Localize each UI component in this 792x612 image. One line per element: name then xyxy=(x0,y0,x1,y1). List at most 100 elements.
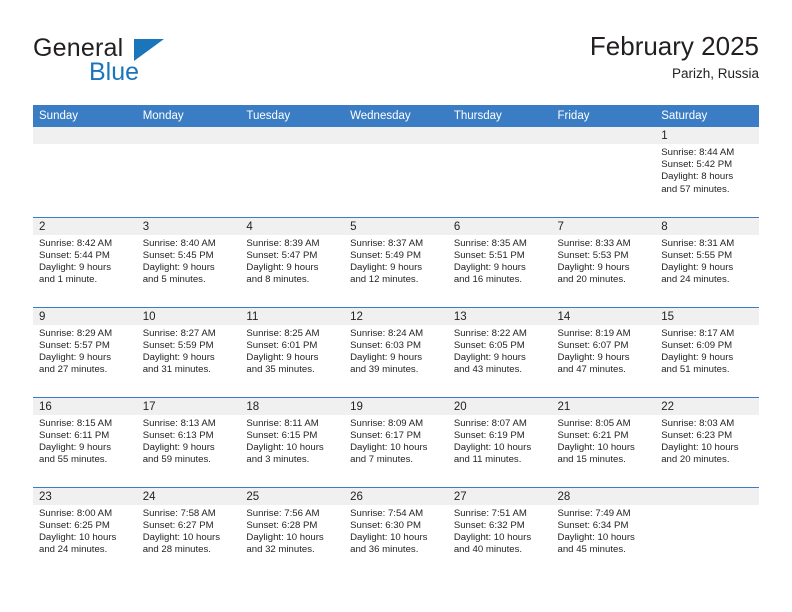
weekday-header-row: Sunday Monday Tuesday Wednesday Thursday… xyxy=(33,105,759,127)
day-details: Sunrise: 7:56 AM Sunset: 6:28 PM Daylight:… xyxy=(240,505,344,557)
calendar-day-cell[interactable]: 26 Sunrise: 7:54 AM Sunset: 6:30 PM Dayligh… xyxy=(344,486,448,577)
day-details: Sunrise: 8:31 AM Sunset: 5:55 PM Daylight:… xyxy=(655,235,759,287)
sunset-text: Sunset: 6:01 PM xyxy=(246,339,318,351)
calendar-day-cell[interactable]: 21 Sunrise: 8:05 AM Sunset: 6:21 PM Dayligh… xyxy=(551,396,656,487)
day-number: 25 xyxy=(240,487,345,505)
weekday-header-wednesday: Wednesday xyxy=(344,105,448,127)
daylight-text-line1: Daylight: 10 hours xyxy=(39,531,117,543)
day-details: Sunrise: 8:03 AM Sunset: 6:23 PM Daylight:… xyxy=(655,415,759,467)
calendar-day-cell[interactable]: 15 Sunrise: 8:17 AM Sunset: 6:09 PM Dayligh… xyxy=(655,306,759,397)
sunset-text: Sunset: 6:34 PM xyxy=(557,519,629,531)
sunset-text: Sunset: 5:49 PM xyxy=(350,249,422,261)
calendar-day-cell[interactable]: 14 Sunrise: 8:19 AM Sunset: 6:07 PM Dayligh… xyxy=(551,306,656,397)
daylight-text-line2: and 24 minutes. xyxy=(39,544,108,556)
calendar-week-row: 16 Sunrise: 8:15 AM Sunset: 6:11 PM Dayligh… xyxy=(33,396,759,487)
sunrise-text: Sunrise: 8:03 AM xyxy=(661,417,735,429)
calendar-week-row: 1 Sunrise: 8:44 AM Sunset: 5:42 PM Daylight… xyxy=(33,127,759,217)
day-number: 1 xyxy=(655,127,759,144)
sunrise-text: Sunrise: 8:00 AM xyxy=(39,507,113,519)
daylight-text-line2: and 36 minutes. xyxy=(350,544,419,556)
day-details: Sunrise: 8:37 AM Sunset: 5:49 PM Daylight:… xyxy=(344,235,448,287)
sunset-text: Sunset: 6:23 PM xyxy=(661,429,733,441)
daylight-text-line1: Daylight: 10 hours xyxy=(453,441,532,453)
day-number xyxy=(655,487,759,505)
calendar-day-cell[interactable]: 11 Sunrise: 8:25 AM Sunset: 6:01 PM Dayligh… xyxy=(240,306,345,397)
calendar-day-cell[interactable]: 18 Sunrise: 8:11 AM Sunset: 6:15 PM Dayligh… xyxy=(240,396,345,487)
calendar-day-cell[interactable]: 10 Sunrise: 8:27 AM Sunset: 5:59 PM Dayligh… xyxy=(136,306,241,397)
daylight-text-line1: Daylight: 10 hours xyxy=(557,531,635,543)
calendar-day-cell[interactable]: 6 Sunrise: 8:35 AM Sunset: 5:51 PM Daylight… xyxy=(447,216,552,307)
day-number: 5 xyxy=(344,217,448,235)
day-details: Sunrise: 8:17 AM Sunset: 6:09 PM Daylight:… xyxy=(655,325,759,377)
logo-text-blue: Blue xyxy=(89,58,140,86)
daylight-text-line1: Daylight: 9 hours xyxy=(661,351,734,363)
sunrise-text: Sunrise: 7:54 AM xyxy=(350,507,424,519)
sunrise-text: Sunrise: 8:24 AM xyxy=(350,327,424,339)
sunrise-text: Sunrise: 8:39 AM xyxy=(246,237,320,249)
calendar-day-cell[interactable]: 24 Sunrise: 7:58 AM Sunset: 6:27 PM Dayligh… xyxy=(136,486,241,577)
sunset-text: Sunset: 6:07 PM xyxy=(557,339,629,351)
calendar-day-cell[interactable]: 7 Sunrise: 8:33 AM Sunset: 5:53 PM Daylight… xyxy=(551,216,656,307)
calendar-day-cell[interactable]: 28 Sunrise: 7:49 AM Sunset: 6:34 PM Dayligh… xyxy=(551,486,656,577)
calendar-day-cell[interactable]: 12 Sunrise: 8:24 AM Sunset: 6:03 PM Dayligh… xyxy=(344,306,448,397)
day-number: 3 xyxy=(136,217,241,235)
sunrise-text: Sunrise: 8:40 AM xyxy=(142,237,216,249)
sunrise-text: Sunrise: 8:31 AM xyxy=(661,237,735,249)
day-details: Sunrise: 8:09 AM Sunset: 6:17 PM Daylight:… xyxy=(344,415,448,467)
day-details: Sunrise: 8:22 AM Sunset: 6:05 PM Daylight:… xyxy=(448,325,552,377)
calendar-day-cell-empty xyxy=(447,127,552,217)
daylight-text-line1: Daylight: 9 hours xyxy=(39,441,111,453)
calendar-day-cell[interactable]: 17 Sunrise: 8:13 AM Sunset: 6:13 PM Dayligh… xyxy=(136,396,241,487)
calendar-day-cell[interactable]: 2 Sunrise: 8:42 AM Sunset: 5:44 PM Daylight… xyxy=(33,216,137,307)
day-number: 17 xyxy=(136,397,241,415)
sunset-text: Sunset: 6:09 PM xyxy=(661,339,733,351)
day-details: Sunrise: 8:40 AM Sunset: 5:45 PM Daylight:… xyxy=(137,235,241,287)
general-blue-logo[interactable]: General Blue xyxy=(33,34,263,90)
day-number: 21 xyxy=(551,397,656,415)
daylight-text-line1: Daylight: 9 hours xyxy=(142,261,215,273)
day-number: 28 xyxy=(551,487,656,505)
calendar-day-cell[interactable]: 20 Sunrise: 8:07 AM Sunset: 6:19 PM Dayligh… xyxy=(447,396,552,487)
day-details: Sunrise: 7:49 AM Sunset: 6:34 PM Daylight:… xyxy=(552,505,656,557)
day-details: Sunrise: 8:19 AM Sunset: 6:07 PM Daylight:… xyxy=(552,325,656,377)
day-number: 15 xyxy=(655,307,759,325)
calendar-day-cell[interactable]: 5 Sunrise: 8:37 AM Sunset: 5:49 PM Daylight… xyxy=(344,216,448,307)
calendar-day-cell[interactable]: 3 Sunrise: 8:40 AM Sunset: 5:45 PM Daylight… xyxy=(136,216,241,307)
calendar-day-cell[interactable]: 4 Sunrise: 8:39 AM Sunset: 5:47 PM Daylight… xyxy=(240,216,345,307)
sunset-text: Sunset: 6:32 PM xyxy=(453,519,525,531)
calendar-day-cell[interactable]: 22 Sunrise: 8:03 AM Sunset: 6:23 PM Dayligh… xyxy=(655,396,759,487)
sunset-text: Sunset: 5:44 PM xyxy=(39,249,110,261)
sunrise-text: Sunrise: 8:05 AM xyxy=(557,417,631,429)
calendar-day-cell[interactable]: 25 Sunrise: 7:56 AM Sunset: 6:28 PM Dayligh… xyxy=(240,486,345,577)
day-details: Sunrise: 7:58 AM Sunset: 6:27 PM Daylight:… xyxy=(137,505,241,557)
daylight-text-line2: and 7 minutes. xyxy=(350,454,414,466)
day-number: 2 xyxy=(33,217,137,235)
sunset-text: Sunset: 6:13 PM xyxy=(142,429,214,441)
calendar-day-cell-empty xyxy=(344,127,448,217)
calendar-day-cell[interactable]: 13 Sunrise: 8:22 AM Sunset: 6:05 PM Dayligh… xyxy=(447,306,552,397)
calendar-day-cell[interactable]: 1 Sunrise: 8:44 AM Sunset: 5:42 PM Daylight… xyxy=(655,127,759,217)
daylight-text-line1: Daylight: 9 hours xyxy=(557,351,630,363)
day-number: 14 xyxy=(551,307,656,325)
daylight-text-line2: and 5 minutes. xyxy=(142,274,206,286)
calendar-day-cell[interactable]: 19 Sunrise: 8:09 AM Sunset: 6:17 PM Dayligh… xyxy=(344,396,448,487)
daylight-text-line1: Daylight: 9 hours xyxy=(453,351,526,363)
daylight-text-line1: Daylight: 10 hours xyxy=(142,531,221,543)
calendar-day-cell[interactable]: 23 Sunrise: 8:00 AM Sunset: 6:25 PM Dayligh… xyxy=(33,486,137,577)
calendar-day-cell[interactable]: 9 Sunrise: 8:29 AM Sunset: 5:57 PM Daylight… xyxy=(33,306,137,397)
day-details: Sunrise: 7:51 AM Sunset: 6:32 PM Daylight:… xyxy=(448,505,552,557)
calendar-week-row: 2 Sunrise: 8:42 AM Sunset: 5:44 PM Daylight… xyxy=(33,216,759,307)
calendar-day-cell[interactable]: 16 Sunrise: 8:15 AM Sunset: 6:11 PM Dayligh… xyxy=(33,396,137,487)
calendar-day-cell[interactable]: 27 Sunrise: 7:51 AM Sunset: 6:32 PM Dayligh… xyxy=(447,486,552,577)
day-details: Sunrise: 8:39 AM Sunset: 5:47 PM Daylight:… xyxy=(240,235,344,287)
sunset-text: Sunset: 6:17 PM xyxy=(350,429,422,441)
daylight-text-line2: and 3 minutes. xyxy=(246,454,310,466)
day-number xyxy=(33,127,137,144)
day-details: Sunrise: 8:35 AM Sunset: 5:51 PM Daylight:… xyxy=(448,235,552,287)
calendar-day-cell[interactable]: 8 Sunrise: 8:31 AM Sunset: 5:55 PM Daylight… xyxy=(655,216,759,307)
day-details: Sunrise: 8:25 AM Sunset: 6:01 PM Daylight:… xyxy=(240,325,344,377)
daylight-text-line1: Daylight: 9 hours xyxy=(246,351,319,363)
sunrise-text: Sunrise: 7:56 AM xyxy=(246,507,320,519)
daylight-text-line1: Daylight: 9 hours xyxy=(39,261,111,273)
daylight-text-line2: and 32 minutes. xyxy=(246,544,315,556)
